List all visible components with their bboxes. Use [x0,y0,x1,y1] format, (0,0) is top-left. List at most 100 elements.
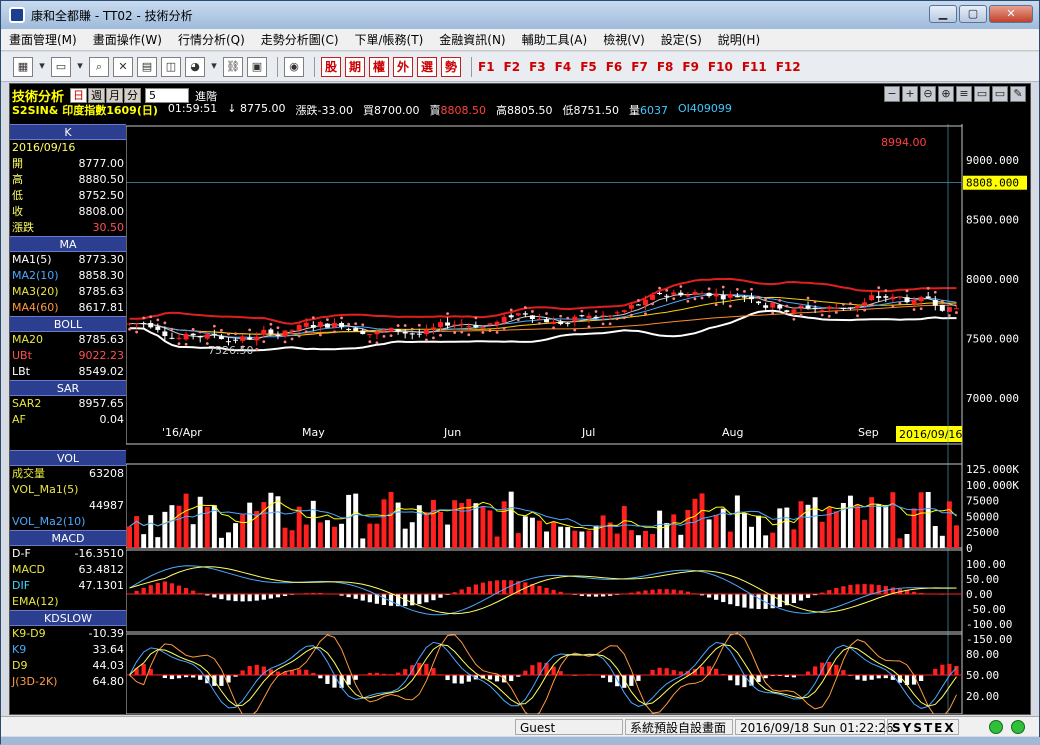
boll-section-head[interactable]: BOLL [10,316,126,332]
sar-dot [255,348,258,351]
select-button[interactable]: 選 [417,57,437,77]
sar-dot [503,327,506,330]
volume-bar [700,493,705,548]
macd-tick-label: -100.00 [966,618,1012,631]
menu-icon[interactable]: ≡ [956,86,972,102]
ma-section-head[interactable]: MA [10,236,126,252]
period-value-select[interactable]: 5 [145,88,189,103]
chart-canvas[interactable]: 9000.0008500.0008000.0007500.0007000.000… [126,124,1030,714]
macd-histogram-bar [233,594,237,601]
candle-body [311,325,316,328]
volume-bar [466,499,471,548]
kd-histogram-bar [332,675,336,688]
options-button[interactable]: 權 [369,57,389,77]
search-icon[interactable]: ⌕ [89,57,109,77]
magnify-plus-icon[interactable]: ⊕ [938,86,954,102]
chevron-down-icon[interactable]: ▾ [209,57,219,77]
kd-section-head[interactable]: KDSLOW [10,610,126,626]
kd-histogram-bar [290,671,294,675]
close-button[interactable]: ✕ [989,5,1033,23]
f1-key[interactable]: F1 [478,60,495,74]
volume-bar [784,508,789,548]
stock-button[interactable]: 股 [321,57,341,77]
period-month-button[interactable]: 月 [106,88,123,103]
sar-dot [524,306,527,309]
sar-dot [368,340,371,343]
chart-icon[interactable]: ▣ [247,57,267,77]
f4-key[interactable]: F4 [555,60,572,74]
volume-bar [544,532,549,548]
brand-logo-icon[interactable]: ◉ [284,57,304,77]
zoom-in-icon[interactable]: + [902,86,918,102]
close-label: 收 [12,204,23,220]
maximize-button[interactable]: ▢ [959,5,987,23]
macd-value: 63.4812 [79,562,125,578]
menu-view[interactable]: 檢視(V) [595,31,653,48]
link-icon[interactable]: ⛓ [223,57,243,77]
menu-settings[interactable]: 設定(S) [653,31,710,48]
k-section-head[interactable]: K [10,124,126,140]
f9-key[interactable]: F9 [682,60,699,74]
menu-screen-manage[interactable]: 畫面管理(M) [1,31,85,48]
vol-section-head[interactable]: VOL [10,450,126,466]
candle-body [438,322,443,327]
macd-section-head[interactable]: MACD [10,530,126,546]
globe-icon[interactable]: ◕ [185,57,205,77]
layout-icon[interactable]: ▦ [13,57,33,77]
draw-icon[interactable]: ✎ [1010,86,1026,102]
sar-dot [467,333,470,336]
f3-key[interactable]: F3 [529,60,546,74]
period-day-button[interactable]: 日 [70,88,87,103]
candle-body [254,337,259,341]
menu-help[interactable]: 說明(H) [710,31,768,48]
menu-tools[interactable]: 輔助工具(A) [514,31,596,48]
volume-bar [367,524,372,548]
sar-section-head[interactable]: SAR [10,380,126,396]
volume-bar [862,520,867,548]
menu-order-account[interactable]: 下單/帳務(T) [347,31,432,48]
trend-button[interactable]: 勢 [441,57,461,77]
futures-button[interactable]: 期 [345,57,365,77]
grid-icon[interactable]: ▤ [137,57,157,77]
period-week-button[interactable]: 週 [88,88,105,103]
foreign-button[interactable]: 外 [393,57,413,77]
f10-key[interactable]: F10 [708,60,733,74]
f7-key[interactable]: F7 [631,60,648,74]
menu-finance-info[interactable]: 金融資訊(N) [431,31,513,48]
sar-dot [793,318,796,321]
f11-key[interactable]: F11 [742,60,767,74]
monitor-icon[interactable]: ▭ [51,57,71,77]
macd-histogram-bar [728,594,732,604]
f5-key[interactable]: F5 [580,60,597,74]
menu-screen-operate[interactable]: 畫面操作(W) [85,31,170,48]
f8-key[interactable]: F8 [657,60,674,74]
zoom-out-icon[interactable]: − [884,86,900,102]
magnify-minus-icon[interactable]: ⊖ [920,86,936,102]
kd-histogram-bar [657,668,661,675]
macd-histogram-bar [756,594,760,609]
sar-dot [899,302,902,305]
f12-key[interactable]: F12 [776,60,801,74]
f6-key[interactable]: F6 [606,60,623,74]
macd-histogram-bar [149,585,153,594]
minimize-button[interactable]: ▁ [929,5,957,23]
title-bar[interactable]: 康和全都賺 - TT02 - 技術分析 ▁ ▢ ✕ [1,1,1039,29]
open-label: 開 [12,156,23,172]
save-icon[interactable]: ▭ [992,86,1008,102]
chevron-down-icon[interactable]: ▾ [75,57,85,77]
menu-trend-chart[interactable]: 走勢分析圖(C) [253,31,347,48]
candle-body [905,297,910,302]
chevron-down-icon[interactable]: ▾ [37,57,47,77]
f2-key[interactable]: F2 [504,60,521,74]
macd-histogram-bar [870,584,874,594]
volume-bar [601,515,606,548]
macd-tick-label: 0.00 [966,588,993,601]
window-icon[interactable]: ▭ [974,86,990,102]
candle-body [198,336,203,337]
period-minute-button[interactable]: 分 [124,88,141,103]
close-window-icon[interactable]: ✕ [113,57,133,77]
tile-icon[interactable]: ◫ [161,57,181,77]
sar-dot [404,324,407,327]
menu-quote-analysis[interactable]: 行情分析(Q) [170,31,253,48]
sar-dot [785,305,788,308]
